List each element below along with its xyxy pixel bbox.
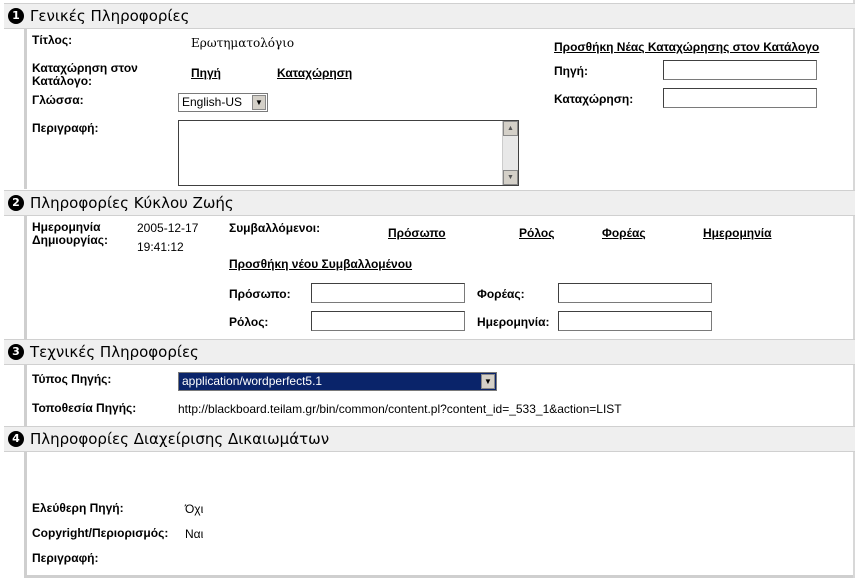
date-label: Ημερομηνία: [477,315,550,329]
language-select[interactable]: English-US ▼ [178,93,268,112]
section-border [24,364,27,426]
copyright-value: Ναι [185,527,204,541]
rights-section-header: 4 Πληροφορίες Διαχείρισης Δικαιωμάτων [4,426,855,452]
rights-description-label: Περιγραφή: [32,551,99,565]
bottom-border [24,575,855,578]
date-input[interactable] [558,311,712,331]
new-entry-input[interactable] [663,88,817,108]
section-number-2: 2 [8,195,24,211]
org-label: Φορέας: [477,287,525,301]
title-value: Ερωτηματολόγιο [191,36,295,50]
person-input[interactable] [311,283,465,303]
copyright-label: Copyright/Περιορισμός: [32,526,169,540]
source-type-label: Τύπος Πηγής: [32,372,112,386]
created-label: Ημερομηνία Δημιουργίας: [32,220,108,247]
org-input[interactable] [558,283,712,303]
chevron-down-icon[interactable]: ▼ [252,95,266,110]
section-number-3: 3 [8,344,24,360]
role-input[interactable] [311,311,465,331]
contributors-col-person[interactable]: Πρόσωπο [388,226,446,240]
lifecycle-section-title: Πληροφορίες Κύκλου Ζωής [30,194,234,212]
contributors-col-org[interactable]: Φορέας [602,226,646,240]
add-contributor-link[interactable]: Προσθήκη νέου Συμβαλλομένου [229,257,412,271]
catalog-col-source[interactable]: Πηγή [191,66,221,80]
catalog-label: Καταχώρηση στον Κατάλογο: [32,61,138,88]
technical-section-header: 3 Τεχνικές Πληροφορίες [4,339,855,365]
new-source-label: Πηγή: [554,64,588,78]
person-label: Πρόσωπο: [229,287,291,301]
contributors-col-role[interactable]: Ρόλος [519,226,554,240]
description-textarea[interactable]: ▲ ▼ [178,120,519,186]
catalog-col-entry[interactable]: Καταχώρηση [277,66,352,80]
technical-section-title: Τεχνικές Πληροφορίες [30,343,199,361]
free-source-value: Όχι [185,502,204,516]
source-type-selected-value: application/wordperfect5.1 [182,374,323,388]
contributors-label: Συμβαλλόμενοι: [229,221,321,235]
source-location-label: Τοποθεσία Πηγής: [32,401,137,415]
lifecycle-section-header: 2 Πληροφορίες Κύκλου Ζωής [4,190,855,216]
scroll-down-icon[interactable]: ▼ [503,170,518,185]
new-entry-label: Καταχώρηση: [554,92,634,106]
add-catalog-entry-link[interactable]: Προσθήκη Νέας Καταχώρησης στον Κατάλογο [554,40,819,54]
general-section-title: Γενικές Πληροφορίες [30,7,190,25]
description-label: Περιγραφή: [32,121,99,135]
new-source-input[interactable] [663,60,817,80]
rights-section-title: Πληροφορίες Διαχείρισης Δικαιωμάτων [30,430,330,448]
source-location-value: http://blackboard.teilam.gr/bin/common/c… [178,402,622,416]
created-time: 19:41:12 [137,240,184,254]
free-source-label: Ελεύθερη Πηγή: [32,501,124,515]
contributors-col-date[interactable]: Ημερομηνία [703,226,772,240]
right-border [853,0,855,578]
title-label: Τίτλος: [32,33,73,47]
role-label: Ρόλος: [229,315,269,329]
chevron-down-icon[interactable]: ▼ [481,374,495,389]
section-border [24,27,27,189]
language-selected-value: English-US [182,95,243,109]
general-section-header: 1 Γενικές Πληροφορίες [4,3,855,29]
section-border [24,451,27,578]
section-border [24,214,27,339]
language-label: Γλώσσα: [32,93,84,107]
created-date: 2005-12-17 [137,221,199,235]
section-number-1: 1 [8,8,24,24]
source-type-select[interactable]: application/wordperfect5.1 ▼ [178,372,497,391]
section-number-4: 4 [8,431,24,447]
scroll-up-icon[interactable]: ▲ [503,121,518,136]
textarea-scrollbar[interactable]: ▲ ▼ [502,121,518,185]
